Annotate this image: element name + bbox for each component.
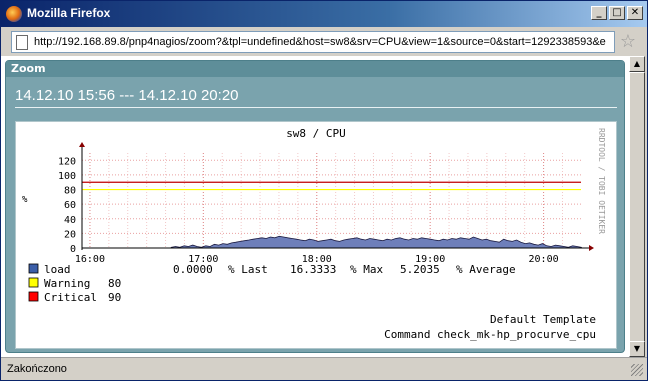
legend-swatch	[28, 291, 39, 302]
x-tick-label: 16:00	[75, 254, 105, 265]
address-bar: http://192.168.89.8/pnp4nagios/zoom?&tpl…	[1, 28, 647, 56]
legend-label: load	[44, 263, 71, 276]
y-tick-label: 80	[64, 186, 76, 197]
legend-stat: % Last	[228, 263, 268, 276]
divider	[15, 107, 617, 108]
legend-stat: 16.3333	[290, 263, 336, 276]
vertical-scrollbar[interactable]: ▲ ▼	[629, 56, 645, 357]
window-title: Mozilla Firefox	[27, 6, 111, 20]
firefox-icon	[6, 6, 22, 22]
graph-box: sw8 / CPU RRDTOOL / TOBI OETIKER % 0 20 40…	[15, 121, 617, 349]
scroll-down-button[interactable]: ▼	[629, 341, 645, 357]
x-axis-arrow	[589, 245, 594, 251]
status-bar: Zakończono	[1, 357, 647, 380]
y-tick-label: 20	[64, 229, 76, 240]
page-content: Zoom 14.12.10 15:56 --- 14.12.10 20:20 s…	[1, 56, 629, 357]
rrdtool-label: RRDTOOL / TOBI OETIKER	[597, 128, 606, 234]
legend-swatch	[28, 277, 39, 288]
legend-stat: % Max	[350, 263, 383, 276]
url-input[interactable]: http://192.168.89.8/pnp4nagios/zoom?&tpl…	[11, 31, 615, 53]
legend-value: 80	[108, 277, 121, 290]
y-axis-label: %	[22, 195, 28, 205]
maximize-button[interactable]: □	[609, 6, 625, 20]
chart-title: sw8 / CPU	[286, 127, 346, 140]
y-tick-label: 60	[64, 200, 76, 211]
y-axis-arrow	[79, 142, 85, 147]
y-tick-label: 120	[58, 156, 76, 167]
title-bar[interactable]: Mozilla Firefox _ □ ✕	[1, 1, 647, 27]
legend-stat: 5.2035	[400, 263, 440, 276]
close-button[interactable]: ✕	[627, 6, 643, 20]
footer-text: Command check_mk-hp_procurve_cpu	[384, 328, 596, 341]
legend-label: Critical	[44, 291, 97, 304]
legend-value: 90	[108, 291, 121, 304]
minimize-button[interactable]: _	[591, 6, 607, 20]
y-tick-label: 100	[58, 171, 76, 182]
date-range: 14.12.10 15:56 --- 14.12.10 20:20	[15, 87, 239, 104]
scroll-up-button[interactable]: ▲	[629, 56, 645, 72]
legend-stat: % Average	[456, 263, 516, 276]
cpu-chart: sw8 / CPU RRDTOOL / TOBI OETIKER % 02040…	[22, 127, 606, 341]
footer-text: Default Template	[490, 313, 596, 326]
y-tick-label: 40	[64, 215, 76, 226]
scroll-thumb[interactable]	[629, 72, 645, 342]
legend-stat: 0.0000	[173, 263, 213, 276]
browser-window: Mozilla Firefox _ □ ✕ http://192.168.89.…	[0, 0, 648, 381]
bookmark-star-icon[interactable]: ☆	[618, 31, 638, 53]
resize-grip[interactable]	[631, 364, 643, 376]
url-text: http://192.168.89.8/pnp4nagios/zoom?&tpl…	[34, 36, 606, 48]
page-icon	[16, 35, 28, 50]
legend-label: Warning	[44, 277, 90, 290]
status-text: Zakończono	[7, 363, 67, 375]
zoom-header: Zoom	[6, 61, 624, 77]
x-tick-label: 20:00	[529, 254, 559, 265]
legend-swatch	[28, 263, 39, 274]
zoom-panel: Zoom 14.12.10 15:56 --- 14.12.10 20:20 s…	[5, 60, 625, 353]
